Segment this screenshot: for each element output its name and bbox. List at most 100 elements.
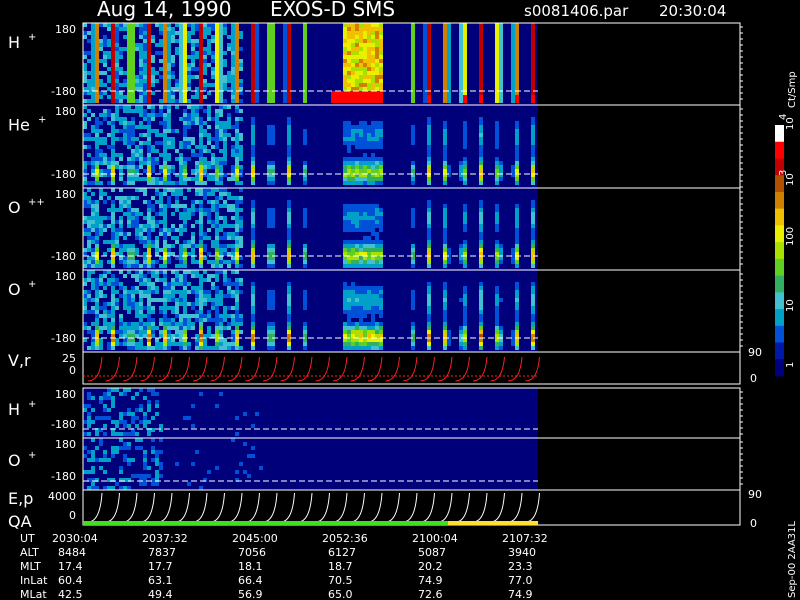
heat-cell <box>351 334 355 338</box>
heat-cell <box>183 51 187 55</box>
heat-cell <box>187 79 191 83</box>
heat-cell <box>91 129 95 133</box>
heat-cell <box>135 224 139 228</box>
heat-cell <box>171 228 175 232</box>
heat-cell <box>159 306 163 310</box>
heat-cell <box>531 244 535 248</box>
heat-cell <box>511 338 515 342</box>
heat-cell <box>499 79 503 83</box>
heat-cell <box>119 318 123 322</box>
heat-cell <box>195 200 199 204</box>
heat-cell <box>411 95 415 99</box>
heat-cell <box>95 318 99 322</box>
heat-cell <box>427 43 431 47</box>
heat-cell <box>479 224 483 228</box>
heat-cell <box>219 67 223 71</box>
heat-cell <box>351 31 355 35</box>
heat-cell <box>131 87 135 91</box>
heat-cell <box>103 39 107 43</box>
heat-cell <box>175 47 179 51</box>
heat-cell <box>143 482 147 486</box>
heat-cell <box>147 105 151 109</box>
heat-cell <box>83 192 87 196</box>
heat-cell <box>119 105 123 109</box>
heat-cell <box>379 71 383 75</box>
heat-cell <box>447 334 451 338</box>
heat-cell <box>427 161 431 165</box>
heat-cell <box>175 228 179 232</box>
heat-cell <box>155 286 159 290</box>
heat-cell <box>91 264 95 268</box>
heat-cell <box>355 322 359 326</box>
heat-cell <box>143 188 147 192</box>
heat-cell <box>411 260 415 264</box>
heat-cell <box>175 278 179 282</box>
heat-cell <box>375 306 379 310</box>
heat-cell <box>499 39 503 43</box>
heat-cell <box>119 412 123 416</box>
heat-cell <box>123 388 127 392</box>
heat-cell <box>235 294 239 298</box>
heat-cell <box>447 83 451 87</box>
heat-cell <box>167 59 171 63</box>
heat-cell <box>251 181 255 185</box>
heat-cell <box>103 416 107 420</box>
panel-name: V,r <box>8 351 31 370</box>
heat-cell <box>95 224 99 228</box>
heat-cell <box>495 87 499 91</box>
heat-cell <box>219 149 223 153</box>
heat-cell <box>499 59 503 63</box>
heat-cell <box>427 216 431 220</box>
heat-cell <box>251 51 255 55</box>
heat-cell <box>87 404 91 408</box>
panel-name-sup: + <box>28 450 36 461</box>
heat-cell <box>463 338 467 342</box>
heat-cell <box>463 286 467 290</box>
heat-cell <box>135 137 139 141</box>
heat-cell <box>251 87 255 91</box>
heat-cell <box>95 282 99 286</box>
heat-cell <box>111 212 115 216</box>
heat-cell <box>171 318 175 322</box>
heat-cell <box>83 51 87 55</box>
heat-cell <box>103 113 107 117</box>
heat-cell <box>267 342 271 346</box>
heat-cell <box>427 326 431 330</box>
heat-cell <box>179 161 183 165</box>
heat-cell <box>375 133 379 137</box>
heat-cell <box>267 47 271 51</box>
heat-cell <box>91 39 95 43</box>
heat-cell <box>139 314 143 318</box>
heat-cell <box>511 95 515 99</box>
heat-cell <box>479 169 483 173</box>
heat-cell <box>371 342 375 346</box>
heat-cell <box>131 75 135 79</box>
heat-cell <box>111 310 115 314</box>
heat-cell <box>303 23 307 27</box>
heat-cell <box>111 274 115 278</box>
heat-cell <box>271 23 275 27</box>
heat-cell <box>231 71 235 75</box>
heat-cell <box>235 200 239 204</box>
heat-cell <box>479 282 483 286</box>
heat-cell <box>119 23 123 27</box>
heat-cell <box>95 79 99 83</box>
heat-cell <box>139 157 143 161</box>
heat-cell <box>355 99 359 103</box>
heat-cell <box>287 264 291 268</box>
heat-cell <box>427 264 431 268</box>
heat-cell <box>287 318 291 322</box>
heat-cell <box>499 67 503 71</box>
heat-cell <box>443 232 447 236</box>
heat-cell <box>143 256 147 260</box>
heat-cell <box>147 290 151 294</box>
heat-cell <box>479 153 483 157</box>
heat-cell <box>91 270 95 274</box>
heat-cell <box>363 137 367 141</box>
heat-cell <box>495 208 499 212</box>
heat-cell <box>99 458 103 462</box>
heat-cell <box>515 208 519 212</box>
heat-cell <box>219 75 223 79</box>
heat-cell <box>187 314 191 318</box>
heat-cell <box>227 125 231 129</box>
